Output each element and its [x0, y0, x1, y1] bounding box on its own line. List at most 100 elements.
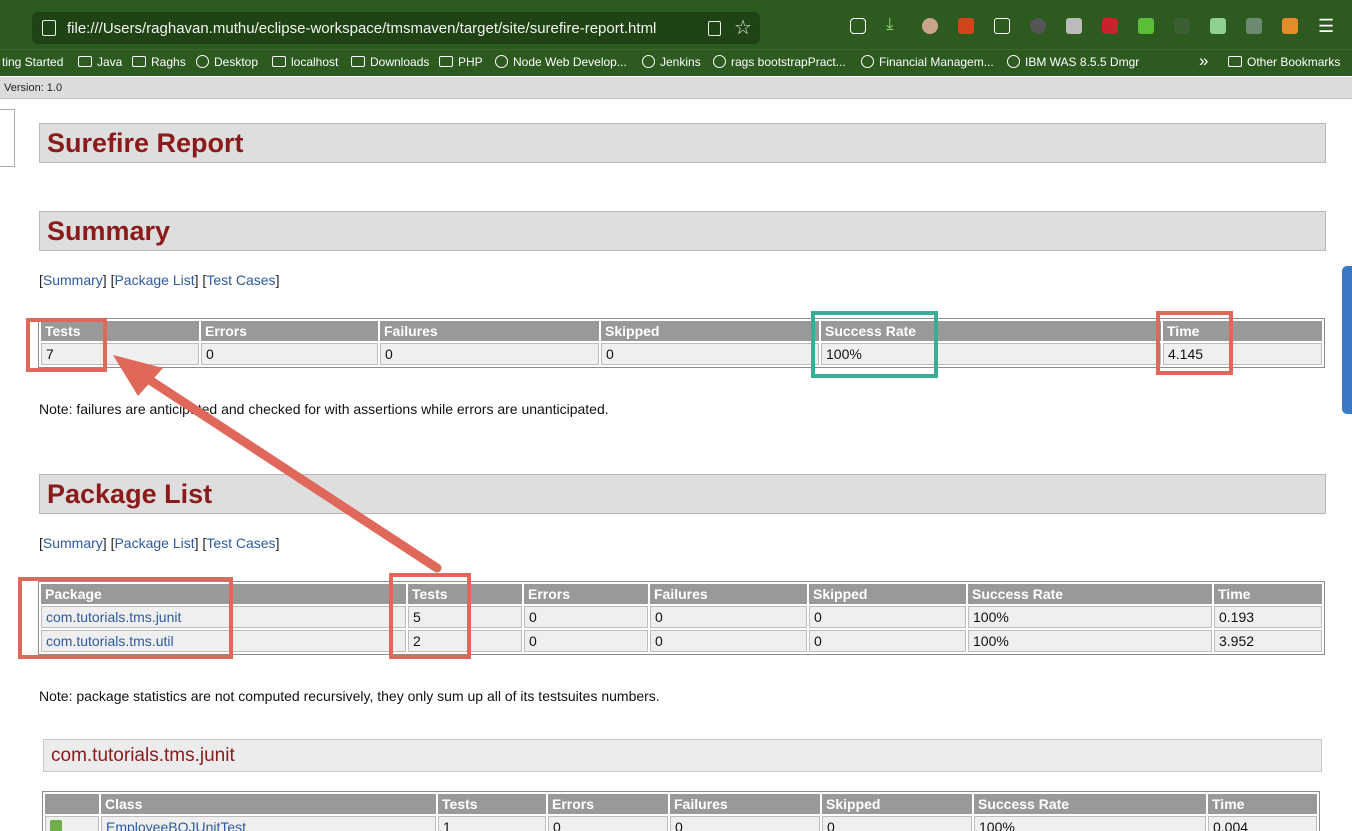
package-link[interactable]: com.tutorials.tms.util [46, 633, 174, 649]
cell-tests: 7 [41, 343, 199, 365]
cell-errors: 0 [201, 343, 378, 365]
link-test-cases[interactable]: Test Cases [206, 535, 275, 551]
col-status [45, 794, 99, 814]
col-class: Class [101, 794, 436, 814]
cell-skipped: 0 [601, 343, 819, 365]
download-icon[interactable]: ⤓ [886, 14, 902, 33]
link-package-list[interactable]: Package List [114, 272, 194, 288]
clipboard-icon[interactable] [994, 18, 1010, 34]
sidebar-handle[interactable] [1342, 266, 1352, 414]
extension-dark-icon[interactable] [1030, 18, 1046, 34]
summary-nav-links: [Summary] [Package List] [Test Cases] [39, 272, 280, 288]
bookmark-star-icon[interactable]: ☆ [734, 15, 752, 40]
bookmark-downloads[interactable]: Downloads [351, 55, 429, 69]
other-bookmarks[interactable]: Other Bookmarks [1228, 55, 1340, 69]
bookmark-label: Raghs [151, 55, 186, 69]
bookmark-java[interactable]: Java [78, 55, 122, 69]
cell-package: com.tutorials.tms.junit [41, 606, 406, 628]
bookmark-getting-started[interactable]: ting Started [2, 55, 63, 69]
package-note: Note: package statistics are not compute… [39, 688, 660, 704]
extension-muted-icon[interactable] [1174, 18, 1190, 34]
bookmark-localhost[interactable]: localhost [272, 55, 338, 69]
table-header-row: Class Tests Errors Failures Skipped Succ… [45, 794, 1317, 814]
link-test-cases[interactable]: Test Cases [206, 272, 275, 288]
metamask-icon[interactable] [1282, 18, 1298, 34]
bookmarks-overflow-icon[interactable]: » [1199, 51, 1208, 71]
extension-red-icon[interactable] [1102, 18, 1118, 34]
col-tests: Tests [438, 794, 546, 814]
account-avatar-icon[interactable] [922, 18, 938, 34]
side-panel-tab[interactable] [0, 109, 15, 167]
folder-icon [272, 56, 286, 67]
folder-icon [439, 56, 453, 67]
col-package: Package [41, 584, 406, 604]
summary-header: Summary [39, 211, 1326, 251]
extension-mail-icon[interactable] [1210, 18, 1226, 34]
bookmark-label: Desktop [214, 55, 259, 69]
col-failures: Failures [650, 584, 807, 604]
col-skipped: Skipped [822, 794, 972, 814]
bookmark-php[interactable]: PHP [439, 55, 483, 69]
package-table: Package Tests Errors Failures Skipped Su… [38, 581, 1325, 655]
col-success-rate: Success Rate [968, 584, 1212, 604]
bookmark-rags-bootstrap[interactable]: rags bootstrapPract... [713, 55, 846, 69]
page-title: Surefire Report [47, 128, 244, 158]
cell-success-rate: 100% [821, 343, 1161, 365]
bookmark-label: Financial Managem... [879, 55, 994, 69]
folder-icon [1228, 56, 1242, 67]
cell-time: 0.004 [1208, 816, 1317, 831]
version-text: Version: 1.0 [4, 82, 63, 94]
cell-errors: 0 [548, 816, 668, 831]
col-errors: Errors [524, 584, 648, 604]
cell-success-rate: 100% [968, 630, 1212, 652]
bookmark-raghs[interactable]: Raghs [132, 55, 186, 69]
cell-skipped: 0 [809, 630, 966, 652]
cell-skipped: 0 [822, 816, 972, 831]
table-row: com.tutorials.tms.junit 5 0 0 0 100% 0.1… [41, 606, 1322, 628]
bookmark-ibm-was[interactable]: IBM WAS 8.5.5 Dmgr [1007, 55, 1139, 69]
extension-green-icon[interactable] [1138, 18, 1154, 34]
bookmark-label: Other Bookmarks [1247, 55, 1341, 69]
bookmark-financial[interactable]: Financial Managem... [861, 55, 994, 69]
url-text[interactable]: file:///Users/raghavan.muthu/eclipse-wor… [67, 20, 656, 37]
version-bar: Version: 1.0 [0, 77, 1352, 99]
col-success-rate: Success Rate [974, 794, 1206, 814]
cell-skipped: 0 [809, 606, 966, 628]
cell-failures: 0 [670, 816, 820, 831]
bookmark-jenkins[interactable]: Jenkins [642, 55, 701, 69]
folder-icon [132, 56, 146, 67]
link-summary[interactable]: Summary [43, 535, 103, 551]
browser-toolbar: file:///Users/raghavan.muthu/eclipse-wor… [0, 0, 1352, 49]
table-header-row: Package Tests Errors Failures Skipped Su… [41, 584, 1322, 604]
link-summary[interactable]: Summary [43, 272, 103, 288]
globe-icon [861, 55, 874, 68]
col-time: Time [1208, 794, 1317, 814]
col-time: Time [1163, 321, 1322, 341]
package-nav-links: [Summary] [Package List] [Test Cases] [39, 535, 280, 551]
library-icon[interactable] [1066, 18, 1082, 34]
hamburger-menu-icon[interactable]: ☰ [1318, 16, 1334, 37]
package-list-title: Package List [47, 479, 213, 509]
address-bar[interactable]: file:///Users/raghavan.muthu/eclipse-wor… [32, 12, 760, 44]
package-link[interactable]: com.tutorials.tms.junit [46, 609, 181, 625]
globe-icon [1007, 55, 1020, 68]
bookmark-label: PHP [458, 55, 483, 69]
link-package-list[interactable]: Package List [114, 535, 194, 551]
col-tests: Tests [408, 584, 522, 604]
globe-icon [713, 55, 726, 68]
folder-icon [351, 56, 365, 67]
cell-success-rate: 100% [974, 816, 1206, 831]
bookmarks-bar: ting Started Java Raghs Desktop localhos… [0, 49, 1352, 76]
table-row: 7 0 0 0 100% 4.145 [41, 343, 1322, 365]
cell-tests: 2 [408, 630, 522, 652]
cell-tests: 5 [408, 606, 522, 628]
reader-view-icon[interactable] [708, 21, 721, 36]
extension-gear-icon[interactable] [958, 18, 974, 34]
bookmark-node[interactable]: Node Web Develop... [495, 55, 627, 69]
class-link[interactable]: EmployeeBOJUnitTest [106, 819, 246, 831]
pocket-icon[interactable] [850, 18, 866, 34]
bookmark-desktop[interactable]: Desktop [196, 55, 258, 69]
col-errors: Errors [201, 321, 378, 341]
bookmark-label: localhost [291, 55, 339, 69]
extension-tool-icon[interactable] [1246, 18, 1262, 34]
